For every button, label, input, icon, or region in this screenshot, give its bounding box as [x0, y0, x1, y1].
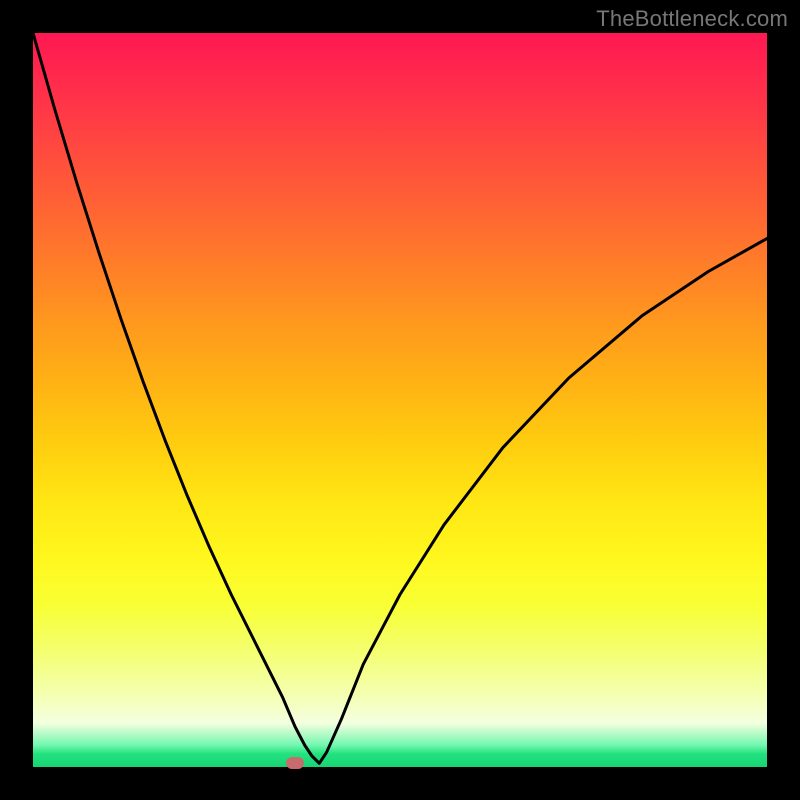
bottleneck-curve [33, 33, 767, 767]
curve-path [33, 33, 767, 763]
chart-frame: TheBottleneck.com [0, 0, 800, 800]
optimum-marker [286, 757, 304, 769]
attribution-text: TheBottleneck.com [596, 6, 788, 32]
plot-area [33, 33, 767, 767]
